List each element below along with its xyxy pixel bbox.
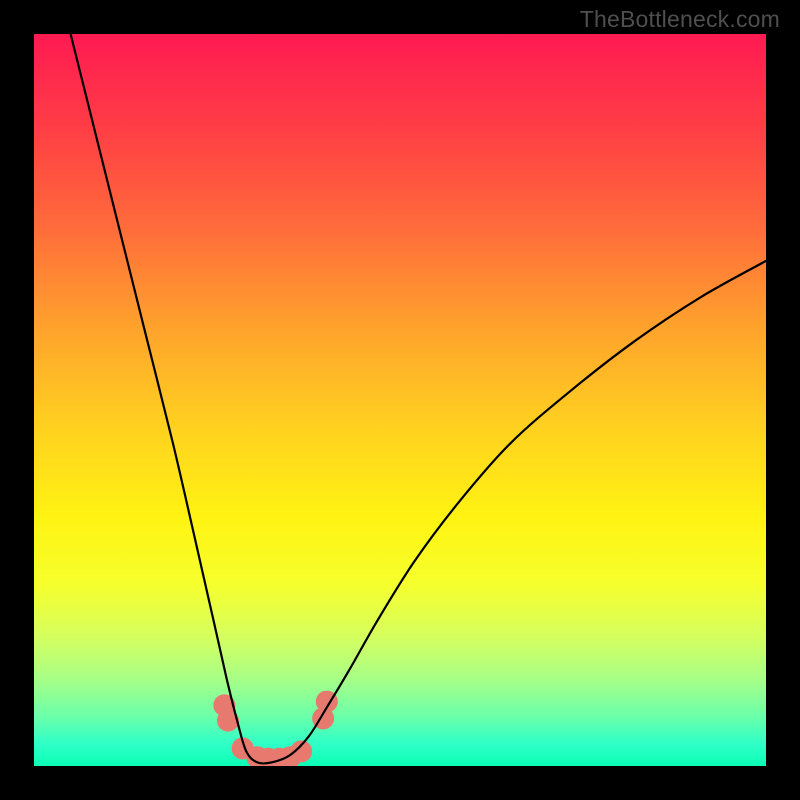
chart-frame: TheBottleneck.com — [0, 0, 800, 800]
curve-line — [71, 34, 766, 763]
chart-plot-area — [34, 34, 766, 766]
watermark-text: TheBottleneck.com — [580, 6, 780, 33]
chart-svg — [34, 34, 766, 766]
